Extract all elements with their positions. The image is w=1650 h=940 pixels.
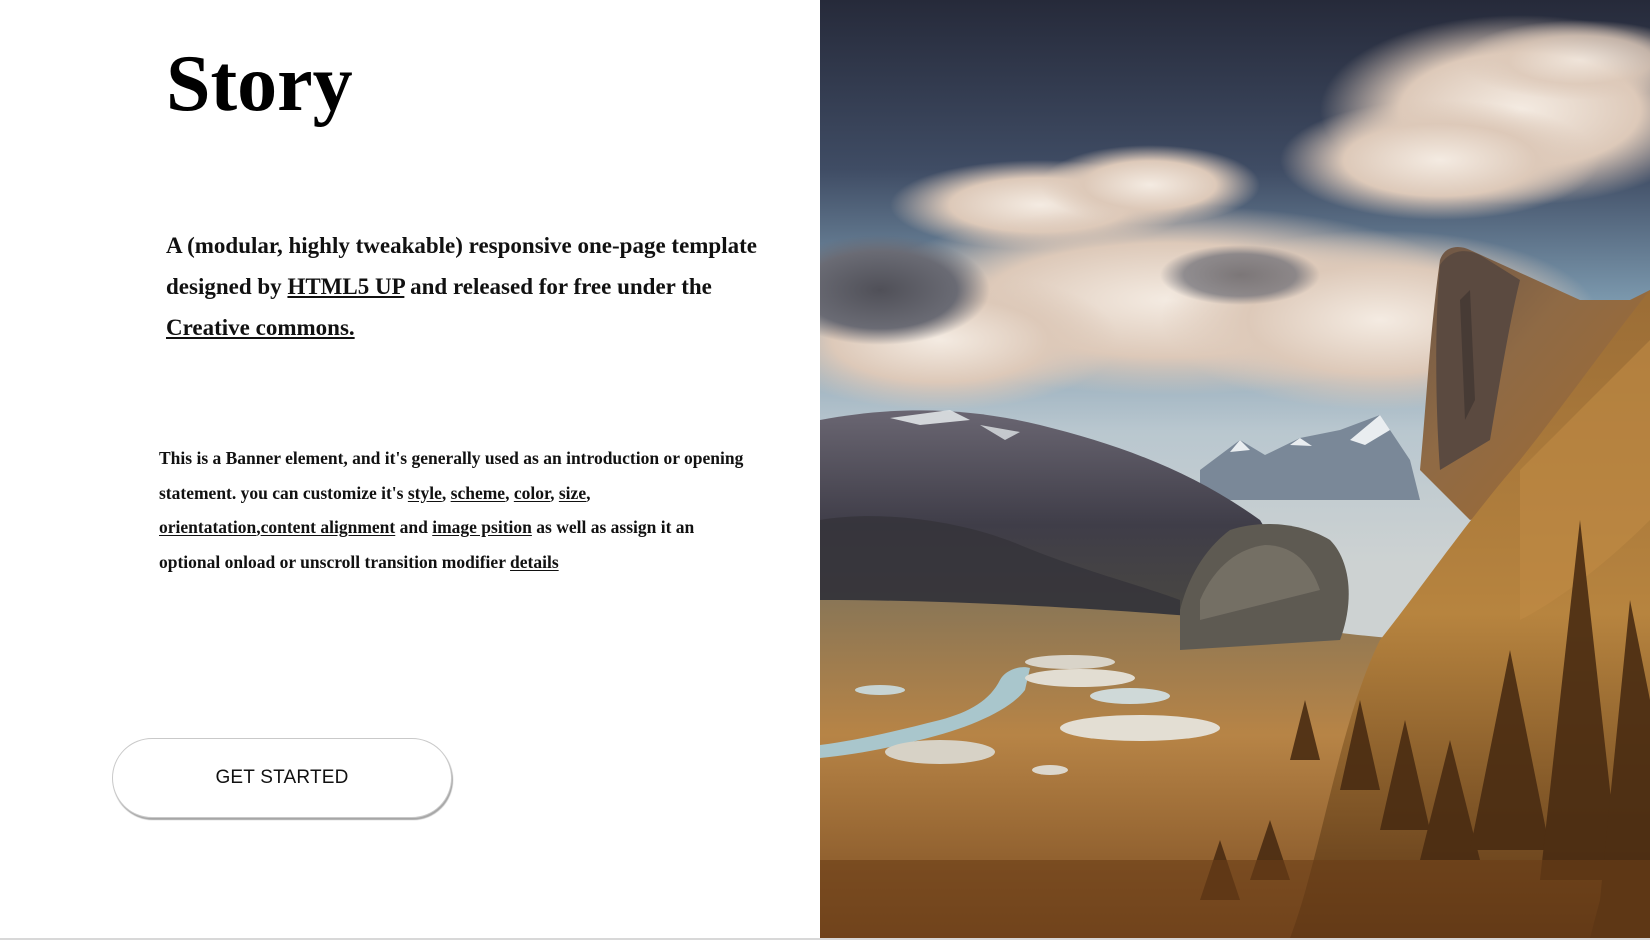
separator: , — [550, 482, 559, 503]
details-link[interactable]: details — [510, 552, 559, 572]
separator: , — [441, 482, 451, 503]
color-link[interactable]: color — [514, 483, 550, 503]
banner-description: This is a Banner element, and it's gener… — [159, 441, 759, 579]
lead-text-2: and released for free under the — [404, 274, 712, 299]
banner-content: Story A (modular, highly tweakable) resp… — [0, 0, 820, 938]
content-alignment-link[interactable]: content alignment — [261, 517, 396, 537]
page-title: Story — [166, 40, 353, 128]
banner-image — [820, 0, 1650, 938]
banner-lead: A (modular, highly tweakable) responsive… — [166, 225, 766, 348]
style-link[interactable]: style — [408, 483, 442, 503]
size-link[interactable]: size — [559, 483, 586, 503]
separator: , — [586, 482, 591, 503]
creative-commons-link[interactable]: Creative commons. — [166, 315, 355, 340]
orientation-link[interactable]: orientatation — [159, 517, 256, 537]
landscape-photo — [820, 0, 1650, 938]
page: Story A (modular, highly tweakable) resp… — [0, 0, 1650, 940]
get-started-button[interactable]: GET STARTED — [112, 738, 452, 818]
separator: , — [505, 482, 514, 503]
scheme-link[interactable]: scheme — [451, 483, 505, 503]
html5up-link[interactable]: HTML5 UP — [287, 274, 404, 299]
description-text-2: and — [395, 517, 433, 537]
image-position-link[interactable]: image psition — [432, 517, 532, 537]
